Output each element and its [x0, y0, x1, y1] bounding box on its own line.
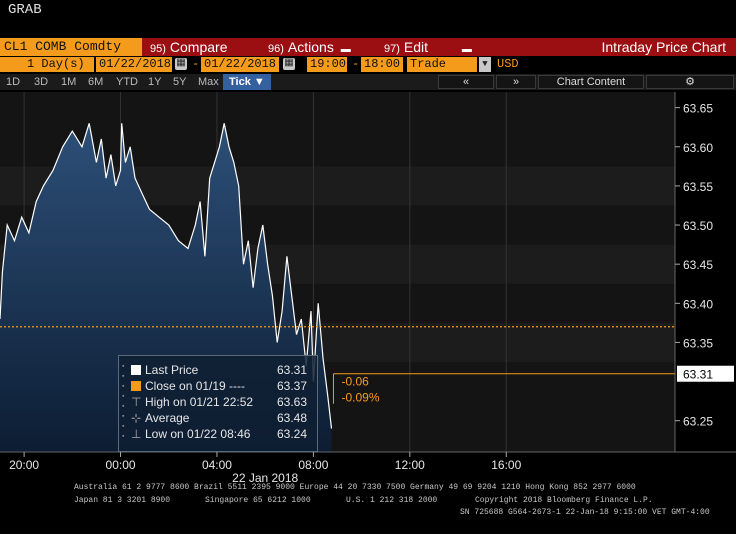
footer-singapore: Singapore 65 6212 1000 — [205, 496, 311, 505]
start-time-field[interactable]: 19:00 — [307, 57, 347, 72]
time-separator: - — [352, 57, 360, 71]
compare-label: Compare — [169, 39, 228, 55]
range-ytd[interactable]: YTD — [116, 74, 138, 90]
edit-menu[interactable]: 97) Edit ▬ — [384, 38, 472, 56]
legend-low: ⊥ Low on 01/22 08:46 63.24 — [131, 426, 311, 442]
price-chart[interactable]: -0.06 -0.09% 63.65 63.60 63.55 63.50 63.45 63.4… — [0, 90, 736, 529]
legend-low-value: 63.24 — [276, 427, 307, 441]
edit-label: Edit — [403, 39, 429, 55]
low-marker-icon: ⊥ — [131, 427, 142, 441]
x-tick-label: 20:00 — [9, 458, 39, 472]
range-3d[interactable]: 3D — [34, 74, 48, 90]
legend-average: ⊹ Average 63.48 — [131, 410, 311, 426]
actions-num: 96) — [268, 43, 284, 55]
y-tick-label: 63.65 — [683, 102, 713, 116]
x-tick-label: 04:00 — [202, 458, 232, 472]
legend-low-label: Low on 01/22 08:46 — [145, 427, 251, 441]
change-abs: -0.06 — [341, 375, 369, 389]
legend-average-label: Average — [145, 411, 190, 425]
y-tick-label: 63.60 — [683, 141, 713, 155]
settings-gear-icon[interactable]: ⚙ — [646, 75, 734, 89]
range-5y[interactable]: 5Y — [173, 74, 186, 90]
window-title: GRAB — [8, 2, 42, 18]
event-dropdown-icon[interactable]: ▼ — [479, 57, 491, 72]
legend-high-value: 63.63 — [276, 395, 307, 409]
ticker-field[interactable]: CL1 COMB Comdty — [0, 38, 142, 56]
x-tick-label: 08:00 — [298, 458, 328, 472]
range-max[interactable]: Max — [198, 74, 219, 90]
y-tick-label: 63.45 — [683, 258, 713, 272]
end-time-field[interactable]: 18:00 — [361, 57, 403, 72]
change-pct: -0.09% — [341, 391, 379, 405]
legend-high: ⊤ High on 01/21 22:52 63.63 — [131, 394, 311, 410]
y-tick-label: 63.50 — [683, 219, 713, 233]
range-bar: 1D 3D 1M 6M YTD 1Y 5Y Max Tick ▼ « » Cha… — [0, 74, 736, 90]
compare-menu[interactable]: 95) Compare — [150, 38, 228, 56]
end-date-field[interactable]: 01/22/2018 — [201, 57, 279, 72]
legend-average-value: 63.48 — [276, 411, 307, 425]
last-price-swatch — [131, 365, 141, 375]
actions-menu[interactable]: 96) Actions ▬ — [268, 38, 351, 56]
expand-button[interactable]: » — [496, 75, 536, 89]
chart-content-label: Chart Content — [556, 76, 626, 88]
collapse-button[interactable]: « — [438, 75, 494, 89]
compare-num: 95) — [150, 43, 166, 55]
tick-dropdown[interactable]: Tick ▼ — [223, 74, 271, 90]
average-marker-icon: ⊹ — [131, 411, 142, 425]
chart-panel[interactable]: -0.06 -0.09% 63.65 63.60 63.55 63.50 63.45 63.4… — [0, 90, 736, 529]
legend-last-label: Last Price — [145, 363, 199, 377]
legend-high-label: High on 01/21 22:52 — [145, 395, 254, 409]
legend-last-price: Last Price 63.31 — [131, 362, 311, 378]
x-tick-label: 00:00 — [106, 458, 136, 472]
y-tick-label: 63.25 — [683, 415, 713, 429]
range-1d[interactable]: 1D — [6, 74, 20, 90]
start-calendar-icon[interactable]: ▦ — [175, 58, 187, 70]
legend-box[interactable]: ▪ ▪ ▪ ▪ ▪ ▪ ▪ ▪ Last Price 63.31 Close on 01/19… — [118, 355, 318, 452]
range-1y[interactable]: 1Y — [148, 74, 161, 90]
event-select[interactable]: Trade — [407, 57, 477, 72]
last-price-tag-label: 63.31 — [683, 368, 713, 382]
range-1m[interactable]: 1M — [61, 74, 76, 90]
y-tick-label: 63.55 — [683, 180, 713, 194]
x-tick-label: 16:00 — [491, 458, 521, 472]
footer-japan: Japan 81 3 3201 8900 — [74, 496, 171, 505]
legend-last-value: 63.31 — [276, 363, 307, 377]
date-separator: - — [192, 57, 200, 71]
period-count: 1 — [27, 57, 35, 71]
currency-label: USD — [497, 57, 519, 71]
chart-content-button[interactable]: Chart Content — [538, 75, 644, 89]
actions-dropdown-icon: ▬ — [340, 44, 351, 55]
y-tick-label: 63.40 — [683, 297, 713, 311]
actions-label: Actions — [287, 39, 334, 55]
footer-us: U.S. 1 212 318 2000 — [346, 496, 438, 505]
x-tick-label: 12:00 — [395, 458, 425, 472]
legend-close-value: 63.37 — [276, 379, 307, 393]
period-unit: Day(s) — [41, 57, 85, 71]
y-tick-label: 63.35 — [683, 336, 713, 350]
footer-serial: SN 725688 G564-2673-1 22-Jan-18 9:15:00 … — [460, 508, 710, 517]
edit-num: 97) — [384, 43, 400, 55]
footer-phones-1: Australia 61 2 9777 8600 Brazil 5511 239… — [74, 483, 636, 492]
close-swatch — [131, 381, 141, 391]
start-date-field[interactable]: 01/22/2018 — [96, 57, 172, 72]
edit-dropdown-icon: ▬ — [461, 44, 472, 55]
legend-close-label: Close on 01/19 ---- — [145, 379, 246, 393]
legend-close: Close on 01/19 ---- 63.37 — [131, 378, 311, 394]
end-calendar-icon[interactable]: ▦ — [283, 58, 295, 70]
legend-drag-handle[interactable]: ▪ ▪ ▪ ▪ ▪ ▪ ▪ ▪ — [122, 362, 126, 446]
period-field[interactable]: 1 Day(s) — [0, 57, 94, 72]
footer-copyright: Copyright 2018 Bloomberg Finance L.P. — [475, 496, 653, 505]
page-title: Intraday Price Chart — [601, 39, 727, 55]
range-6m[interactable]: 6M — [88, 74, 103, 90]
high-marker-icon: ⊤ — [131, 395, 142, 409]
parameter-row: 1 Day(s) 01/22/2018 ▦ - 01/22/2018 ▦ 19:… — [0, 57, 736, 73]
